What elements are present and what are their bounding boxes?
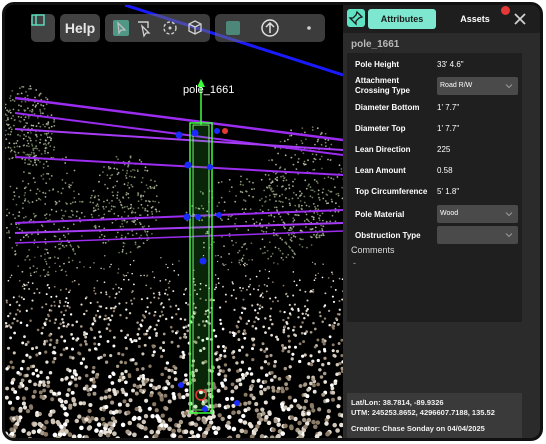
field-label: Diameter Top (355, 124, 406, 133)
pole-body[interactable] (192, 124, 210, 411)
wire-purple-4 (14, 156, 343, 176)
comments-value: - (353, 258, 356, 268)
close-icon[interactable] (512, 11, 528, 27)
chevron-down-icon (505, 84, 513, 89)
attachment-crossing-select[interactable]: Road R/W (437, 77, 518, 95)
lasso-icon[interactable] (135, 18, 155, 38)
cube-icon[interactable] (185, 18, 205, 38)
pole-material-select[interactable]: Wood (437, 205, 518, 223)
panel-header: Attributes Assets (343, 5, 540, 33)
select-value: Wood (440, 210, 459, 217)
wire-purple-7 (14, 230, 343, 244)
field-value: 0.58 (437, 166, 453, 175)
point-cloud-canvas[interactable] (5, 5, 343, 440)
field-value: 5' 1.8" (437, 187, 460, 196)
move-icon[interactable] (223, 18, 243, 38)
field-obstruction-type: Obstruction Type (355, 226, 520, 246)
up-arrow-icon[interactable] (260, 18, 280, 38)
field-label: Diameter Bottom (355, 103, 420, 112)
field-label: Attachment Crossing Type (355, 76, 410, 95)
selection-tools (105, 14, 210, 42)
field-value: 225 (437, 145, 451, 154)
pole-name-heading: pole_1661 (351, 39, 400, 50)
view-tools (215, 14, 325, 42)
pole-label[interactable]: pole_1661 (183, 84, 234, 96)
panel-toggle-button[interactable] (31, 14, 55, 42)
chevron-down-icon (505, 233, 513, 238)
dot-icon[interactable] (299, 18, 319, 38)
app-frame: Help pole_1661 Attributes Assets pole_16… (2, 2, 543, 441)
creator-text: Creator: Chase Sonday on 04/04/2025 (351, 424, 485, 433)
point-cloud-viewer[interactable]: Help pole_1661 (5, 5, 343, 440)
location-info: Lat/Lon: 38.7814, -89.9326 UTM: 245253.8… (347, 393, 522, 438)
obstruction-type-select[interactable] (437, 226, 518, 244)
chevron-down-icon (505, 212, 513, 217)
field-lean-amount: Lean Amount 0.58 (355, 166, 520, 180)
field-label: Obstruction Type (355, 231, 421, 240)
field-label: Lean Amount (355, 166, 406, 175)
panel-icon (31, 14, 45, 26)
field-value: 33' 4.6" (437, 60, 464, 69)
field-diameter-bottom: Diameter Bottom 1' 7.7" (355, 103, 520, 117)
help-button[interactable]: Help (60, 14, 100, 42)
field-attachment-crossing-type: Attachment Crossing Type Road R/W (355, 76, 520, 98)
field-label: Pole Material (355, 210, 405, 219)
field-label: Top Circumference (355, 187, 428, 196)
pin-icon (348, 10, 364, 26)
select-value: Road R/W (440, 82, 473, 89)
field-value: 1' 7.7" (437, 103, 460, 112)
pin-button[interactable] (347, 9, 365, 27)
notification-badge (501, 6, 510, 15)
field-top-circumference: Top Circumference 5' 1.8" (355, 187, 520, 201)
comments-label: Comments (351, 245, 395, 255)
field-diameter-top: Diameter Top 1' 7.7" (355, 124, 520, 138)
comments-field[interactable]: - (351, 256, 516, 316)
tab-assets[interactable]: Assets (450, 9, 500, 29)
latlon-text: Lat/Lon: 38.7814, -89.9326 (351, 398, 444, 407)
red-marker[interactable] (222, 128, 228, 134)
field-label: Pole Height (355, 60, 400, 69)
utm-text: UTM: 245253.8652, 4296607.7188, 135.52 (351, 408, 495, 417)
field-pole-material: Pole Material Wood (355, 205, 520, 225)
select-icon[interactable] (111, 18, 131, 38)
rotate-icon[interactable] (160, 18, 180, 38)
field-value: 1' 7.7" (437, 124, 460, 133)
field-pole-height: Pole Height 33' 4.6" (355, 60, 520, 74)
tab-attributes[interactable]: Attributes (368, 9, 436, 29)
attributes-panel: Attributes Assets pole_1661 Pole Height … (343, 5, 540, 438)
field-label: Lean Direction (355, 145, 411, 154)
field-lean-direction: Lean Direction 225 (355, 145, 520, 159)
